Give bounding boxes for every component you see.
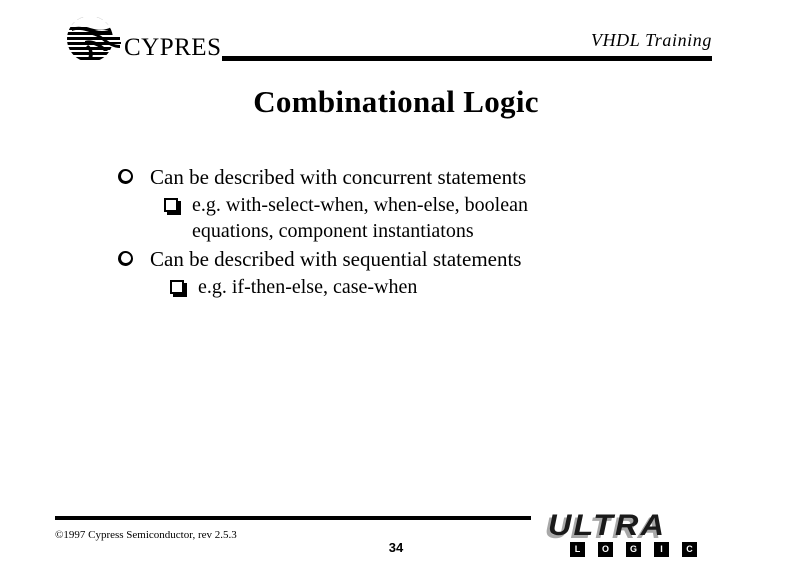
circle-bullet-icon bbox=[118, 169, 133, 184]
slide-canvas: CYPRESS VHDL Training Combinational Logi… bbox=[0, 0, 792, 562]
bullet-item-level2: e.g. if-then-else, case-when bbox=[0, 274, 792, 300]
bullet-text: e.g. if-then-else, case-when bbox=[198, 276, 418, 298]
footer-rule bbox=[55, 516, 531, 520]
square-bullet-icon bbox=[170, 280, 184, 294]
bullet-text: Can be described with sequential stateme… bbox=[150, 247, 522, 271]
logic-letter-cell: G bbox=[626, 542, 641, 557]
bullet-item-level1: Can be described with sequential stateme… bbox=[0, 245, 792, 273]
logic-letter-cell: L bbox=[570, 542, 585, 557]
logic-letter-row: L O G I C bbox=[570, 542, 697, 557]
bullet-item-level1: Can be described with concurrent stateme… bbox=[0, 163, 792, 191]
page-title: Combinational Logic bbox=[253, 84, 539, 119]
header-title: VHDL Training bbox=[590, 30, 712, 50]
logic-letter-cell: O bbox=[598, 542, 613, 557]
square-bullet-icon bbox=[164, 198, 178, 212]
circle-bullet-icon bbox=[118, 251, 133, 266]
slide-body: Can be described with concurrent stateme… bbox=[0, 163, 792, 301]
logic-letter-cell: C bbox=[682, 542, 697, 557]
bullet-item-level2: e.g. with-select-when, when-else, boolea… bbox=[0, 192, 792, 244]
bullet-text: Can be described with concurrent stateme… bbox=[150, 165, 527, 189]
bullet-text: e.g. with-select-when, when-else, boolea… bbox=[192, 194, 528, 242]
header-rule bbox=[222, 56, 712, 61]
cypress-logo: CYPRESS bbox=[52, 15, 235, 65]
cypress-wordmark: CYPRESS bbox=[124, 34, 220, 61]
logic-letter-cell: I bbox=[654, 542, 669, 557]
ultra-logic-logo: ULTRA L O G I C bbox=[548, 511, 728, 558]
ultra-wordmark: ULTRA bbox=[548, 509, 667, 542]
